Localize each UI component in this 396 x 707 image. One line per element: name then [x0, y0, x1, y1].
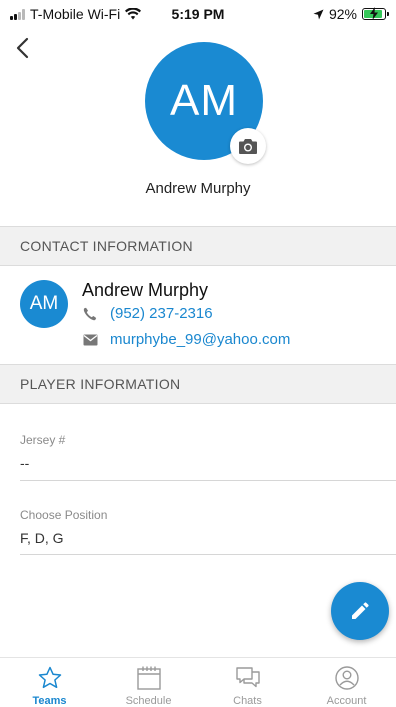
chat-icon [235, 667, 260, 688]
phone-icon [82, 306, 98, 322]
email-link[interactable]: murphybe_99@yahoo.com [110, 331, 290, 348]
position-label: Choose Position [20, 508, 108, 522]
email-icon [82, 332, 98, 348]
location-arrow-icon [313, 9, 324, 19]
profile-name: Andrew Murphy [145, 180, 251, 197]
tab-chats-label: Chats [233, 695, 262, 707]
position-value: F, D, G [20, 530, 64, 546]
tab-teams-label: Teams [32, 695, 67, 707]
chevron-left-icon [16, 37, 29, 59]
tab-chats[interactable]: Chats [198, 658, 297, 707]
tab-account-label: Account [326, 695, 367, 707]
contact-section-header: CONTACT INFORMATION [0, 226, 396, 266]
jersey-number-field[interactable]: Jersey # -- [20, 433, 396, 481]
calendar-icon [136, 666, 161, 690]
tab-schedule[interactable]: Schedule [99, 658, 198, 707]
star-icon [38, 666, 61, 689]
battery-percent: 92% [328, 6, 357, 22]
contact-card: AM Andrew Murphy (952) 237-2316 murphybe… [0, 268, 396, 364]
contact-name: Andrew Murphy [82, 280, 209, 300]
pencil-icon [352, 602, 369, 619]
tab-bar: Teams Schedule Chats Account [0, 657, 396, 707]
charging-bolt-icon [370, 7, 378, 20]
camera-icon [239, 138, 257, 154]
edit-button[interactable] [331, 582, 389, 640]
email-row[interactable]: murphybe_99@yahoo.com [82, 331, 290, 348]
status-bar: T-Mobile Wi-Fi 5:19 PM 92% [0, 0, 396, 30]
phone-row[interactable]: (952) 237-2316 [82, 305, 213, 322]
change-photo-button[interactable] [230, 128, 266, 164]
player-section-header: PLAYER INFORMATION [0, 364, 396, 404]
account-icon [334, 666, 359, 690]
status-right: 92% [313, 6, 389, 22]
phone-link[interactable]: (952) 237-2316 [110, 305, 213, 322]
battery-icon [362, 7, 389, 20]
back-button[interactable] [8, 34, 36, 62]
tab-teams[interactable]: Teams [0, 658, 99, 707]
tab-account[interactable]: Account [297, 658, 396, 707]
tab-schedule-label: Schedule [125, 695, 172, 707]
jersey-number-label: Jersey # [20, 433, 66, 447]
position-field[interactable]: Choose Position F, D, G [20, 508, 396, 555]
jersey-number-value: -- [20, 455, 30, 471]
contact-avatar: AM [20, 280, 68, 328]
